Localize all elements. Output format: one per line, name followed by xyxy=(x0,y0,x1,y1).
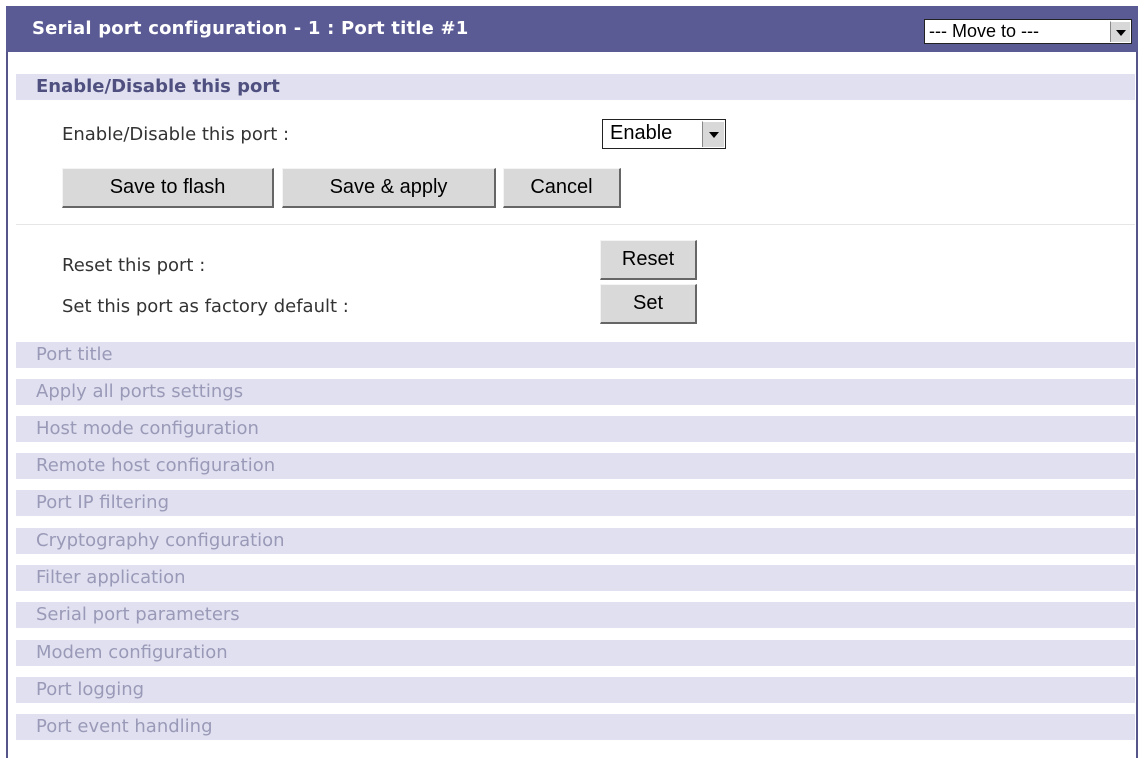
enable-disable-value: Enable xyxy=(610,122,673,144)
chevron-down-icon[interactable] xyxy=(1110,21,1130,42)
section-port-title[interactable]: Port title xyxy=(16,342,1135,368)
enable-disable-select[interactable]: Enable xyxy=(602,119,726,149)
section-remote-host[interactable]: Remote host configuration xyxy=(16,453,1135,479)
section-apply-all-ports[interactable]: Apply all ports settings xyxy=(16,379,1135,405)
page-title: Serial port configuration - 1 : Port tit… xyxy=(32,18,469,39)
enable-disable-label: Enable/Disable this port : xyxy=(62,124,290,145)
reset-button[interactable]: Reset xyxy=(600,240,697,280)
section-port-ip-filtering[interactable]: Port IP filtering xyxy=(16,490,1135,516)
section-modem-configuration[interactable]: Modem configuration xyxy=(16,640,1135,666)
move-to-select[interactable]: --- Move to --- xyxy=(924,19,1132,44)
section-host-mode[interactable]: Host mode configuration xyxy=(16,416,1135,442)
move-to-value: --- Move to --- xyxy=(929,21,1039,41)
panel-header: Serial port configuration - 1 : Port tit… xyxy=(6,6,1138,52)
section-enable-disable[interactable]: Enable/Disable this port xyxy=(16,74,1135,100)
divider xyxy=(16,224,1135,225)
section-port-logging[interactable]: Port logging xyxy=(16,677,1135,703)
save-to-flash-button[interactable]: Save to flash xyxy=(62,168,274,208)
factory-default-label: Set this port as factory default : xyxy=(62,296,349,317)
chevron-down-icon[interactable] xyxy=(702,121,724,147)
section-cryptography[interactable]: Cryptography configuration xyxy=(16,528,1135,554)
section-filter-application[interactable]: Filter application xyxy=(16,565,1135,591)
save-and-apply-button[interactable]: Save & apply xyxy=(282,168,496,208)
reset-port-label: Reset this port : xyxy=(62,255,206,276)
section-port-event-handling[interactable]: Port event handling xyxy=(16,714,1135,740)
set-button[interactable]: Set xyxy=(600,284,697,324)
section-serial-port-parameters[interactable]: Serial port parameters xyxy=(16,602,1135,628)
cancel-button[interactable]: Cancel xyxy=(503,168,621,208)
